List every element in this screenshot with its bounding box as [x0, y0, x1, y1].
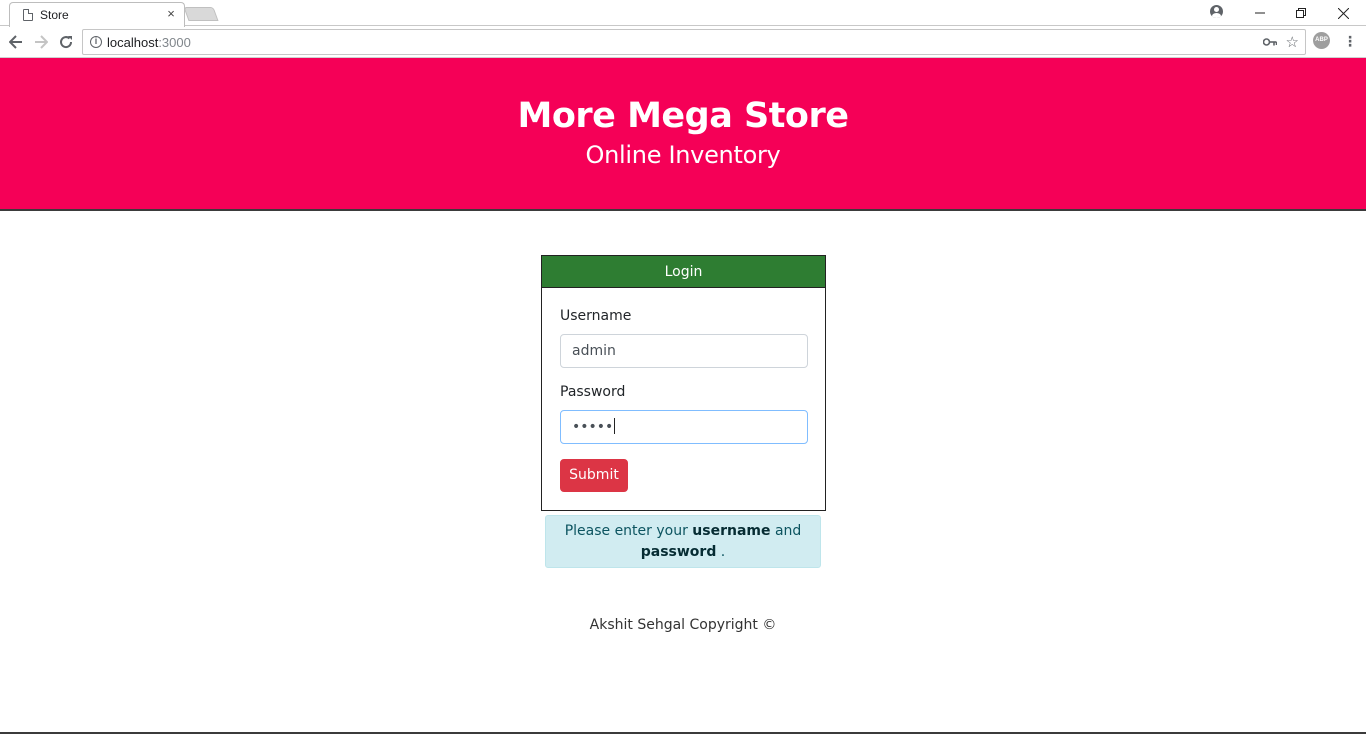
page-icon	[23, 9, 33, 21]
info-icon[interactable]: i	[90, 36, 102, 48]
browser-toolbar: i localhost:3000 ☆ ABP ⋮	[0, 27, 1366, 58]
site-title: More Mega Store	[517, 96, 849, 136]
password-value: •••••	[572, 419, 614, 435]
alert-suffix: .	[716, 544, 726, 560]
close-window-button[interactable]	[1321, 0, 1365, 26]
footer-copyright: Akshit Sehgal Copyright ©	[589, 617, 777, 633]
url-port: :3000	[158, 35, 191, 50]
profile-icon[interactable]	[1210, 5, 1223, 18]
address-bar[interactable]: i localhost:3000 ☆	[82, 29, 1306, 55]
submit-button[interactable]: Submit	[560, 459, 628, 492]
browser-tab[interactable]: Store ×	[9, 2, 185, 27]
alert-password-word: password	[640, 544, 717, 560]
login-card: Login Username admin Password ••••• Subm…	[541, 255, 826, 511]
site-header: More Mega Store Online Inventory	[0, 58, 1366, 211]
adblock-extension-icon[interactable]: ABP	[1313, 32, 1330, 49]
restore-button[interactable]	[1279, 0, 1323, 26]
browser-tabstrip: Store ×	[0, 0, 1366, 27]
tab-close-icon[interactable]: ×	[164, 6, 178, 22]
username-label: Username	[560, 308, 632, 324]
back-button[interactable]	[5, 31, 27, 53]
username-value: admin	[572, 343, 616, 359]
alert-middle: and	[770, 523, 802, 539]
site-subtitle: Online Inventory	[585, 141, 781, 169]
forward-arrow-icon	[35, 35, 48, 49]
text-caret	[614, 418, 616, 434]
back-arrow-icon	[9, 35, 22, 49]
bookmark-star-icon[interactable]: ☆	[1286, 33, 1299, 51]
url-host: localhost	[107, 35, 159, 50]
new-tab-button[interactable]	[183, 7, 219, 21]
url-text: localhost:3000	[107, 35, 191, 50]
restore-icon	[1296, 8, 1306, 18]
reload-button[interactable]	[55, 31, 77, 53]
password-input[interactable]: •••••	[560, 410, 808, 444]
password-label: Password	[560, 384, 626, 400]
info-alert: Please enter your username and password …	[545, 515, 821, 568]
login-heading: Login	[542, 256, 825, 288]
alert-username-word: username	[692, 523, 771, 539]
key-icon[interactable]	[1262, 35, 1278, 50]
alert-prefix: Please enter your	[564, 523, 693, 539]
reload-icon	[60, 36, 73, 49]
minimize-icon	[1255, 12, 1265, 14]
close-icon	[1337, 7, 1349, 19]
minimize-button[interactable]	[1238, 0, 1282, 26]
key-shape	[1262, 38, 1278, 46]
forward-button[interactable]	[30, 31, 52, 53]
tab-title: Store	[40, 8, 69, 22]
username-input[interactable]: admin	[560, 334, 808, 368]
browser-menu-icon[interactable]: ⋮	[1343, 31, 1357, 51]
